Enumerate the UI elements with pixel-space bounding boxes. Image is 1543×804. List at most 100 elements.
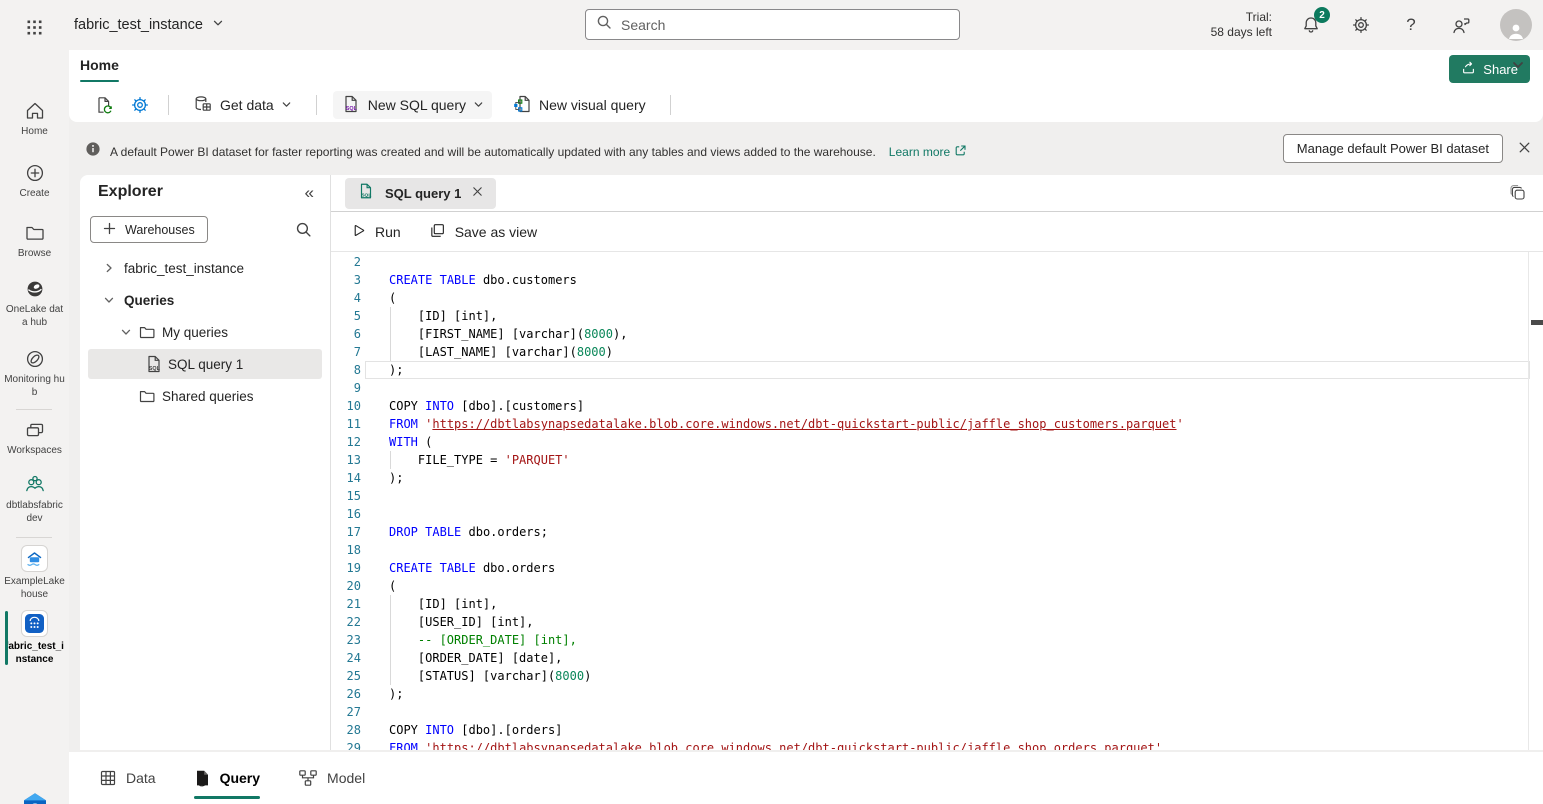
tree-item-sql-query-1[interactable]: SQLSQL query 1	[88, 349, 322, 379]
rail-item-label: Create	[4, 187, 66, 200]
ribbon-collapse-chevron-icon[interactable]	[1511, 58, 1525, 77]
help-icon[interactable]: ?	[1400, 14, 1422, 36]
code-line[interactable]: 19CREATE TABLE dbo.orders	[331, 559, 1543, 577]
code-area[interactable]: 23CREATE TABLE dbo.customers4(5 [ID] [in…	[331, 252, 1543, 750]
code-line[interactable]: 11FROM 'https://dbtlabsynapsedatalake.bl…	[331, 415, 1543, 433]
view-tab-query[interactable]: Query	[194, 752, 260, 804]
notifications-bell-icon[interactable]: 2	[1300, 14, 1322, 36]
collapse-pane-icon[interactable]: «	[305, 183, 314, 203]
rail-item-monitoring-hub[interactable]: Monitoring hub	[0, 348, 69, 399]
line-number: 23	[331, 631, 361, 649]
code-line[interactable]: 21 [ID] [int],	[331, 595, 1543, 613]
rail-item-examplelakehouse[interactable]: ExampleLakehouse	[0, 545, 69, 601]
tree-item-my-queries[interactable]: My queries	[88, 317, 322, 347]
workspace-selector[interactable]: fabric_test_instance	[74, 0, 224, 50]
code-line[interactable]: 18	[331, 541, 1543, 559]
code-line[interactable]: 4(	[331, 289, 1543, 307]
code-line[interactable]: 29FROM 'https://dbtlabsynapsedatalake.bl…	[331, 739, 1543, 750]
tab-home[interactable]: Home	[80, 50, 119, 82]
code-line[interactable]: 23 -- [ORDER_DATE] [int],	[331, 631, 1543, 649]
query-settings-gear-icon[interactable]	[128, 93, 152, 117]
code-line[interactable]: 22 [USER_ID] [int],	[331, 613, 1543, 631]
code-line[interactable]: 8);	[331, 361, 1543, 379]
code-line[interactable]: 14);	[331, 469, 1543, 487]
code-text: FROM 'https://dbtlabsynapsedatalake.blob…	[389, 739, 1162, 750]
explorer-search-icon[interactable]	[295, 221, 312, 243]
rail-item-onelake-data-hub[interactable]: OneLake data hub	[0, 278, 69, 329]
tree-item-label: Shared queries	[162, 389, 254, 404]
chevron-down-icon[interactable]	[120, 326, 132, 338]
rail-item-label: Workspaces	[4, 444, 66, 457]
code-line[interactable]: 16	[331, 505, 1543, 523]
line-number: 16	[331, 505, 361, 523]
account-avatar[interactable]	[1500, 9, 1532, 41]
banner-close-icon[interactable]	[1517, 140, 1532, 160]
indent-guide	[390, 595, 391, 613]
settings-gear-icon[interactable]	[1350, 14, 1372, 36]
fabric-warehouse-app: fabric_test_instance Trial: 58 days left…	[0, 0, 1543, 804]
browse-icon	[24, 222, 46, 244]
tree-item-queries[interactable]: Queries	[88, 285, 322, 315]
code-text: COPY INTO [dbo].[orders]	[389, 721, 562, 739]
scrollbar-thumb[interactable]	[1531, 320, 1543, 325]
code-line[interactable]: 2	[331, 253, 1543, 271]
rail-item-fabric-test-instance[interactable]: fabric_test_instance	[0, 610, 69, 666]
code-line[interactable]: 28COPY INTO [dbo].[orders]	[331, 721, 1543, 739]
code-line[interactable]: 7 [LAST_NAME] [varchar](8000)	[331, 343, 1543, 361]
learn-more-link[interactable]: Learn more	[889, 144, 967, 160]
rail-item-label: dbtlabsfabricdev	[4, 499, 66, 525]
refresh-report-icon[interactable]	[92, 93, 116, 117]
view-tab-model[interactable]: Model	[298, 752, 365, 804]
line-number: 17	[331, 523, 361, 541]
code-line[interactable]: 20 (	[331, 577, 1543, 595]
add-warehouses-button[interactable]: Warehouses	[90, 216, 208, 243]
code-line[interactable]: 24 [ORDER_DATE] [date],	[331, 649, 1543, 667]
code-text: CREATE TABLE dbo.customers	[389, 271, 577, 289]
code-line[interactable]: 17DROP TABLE dbo.orders;	[331, 523, 1543, 541]
code-text: (	[389, 577, 396, 595]
rail-item-label: Monitoring hub	[4, 373, 66, 399]
search-input[interactable]	[621, 17, 949, 33]
copy-tabs-icon[interactable]	[1509, 184, 1527, 207]
code-line[interactable]: 27	[331, 703, 1543, 721]
new-visual-query-button[interactable]: New visual query	[504, 91, 654, 119]
waffle-menu-icon[interactable]	[22, 13, 46, 37]
get-data-button[interactable]: Get data	[185, 91, 300, 119]
code-line[interactable]: 5 [ID] [int],	[331, 307, 1543, 325]
rail-item-home[interactable]: Home	[0, 100, 69, 138]
view-tab-data[interactable]: Data	[99, 752, 156, 804]
code-line[interactable]: 25 [STATUS] [varchar](8000)	[331, 667, 1543, 685]
save-as-view-button[interactable]: Save as view	[429, 222, 537, 242]
line-number: 6	[331, 325, 361, 343]
code-line[interactable]: 3CREATE TABLE dbo.customers	[331, 271, 1543, 289]
save-as-view-icon	[429, 222, 446, 242]
tree-item-fabric-test-instance[interactable]: fabric_test_instance	[88, 253, 322, 283]
code-line[interactable]: 6 [FIRST_NAME] [varchar](8000),	[331, 325, 1543, 343]
line-number: 20	[331, 577, 361, 595]
rail-item-browse[interactable]: Browse	[0, 222, 69, 260]
sql-editor: SQL SQL query 1 Run Save as view	[331, 175, 1543, 750]
chevron-down-icon[interactable]	[103, 294, 115, 306]
code-line[interactable]: 15	[331, 487, 1543, 505]
tree-item-shared-queries[interactable]: Shared queries	[88, 381, 322, 411]
code-line[interactable]: 10COPY INTO [dbo].[customers]	[331, 397, 1543, 415]
rail-item-create[interactable]: Create	[0, 162, 69, 200]
rail-item-data-warehouse[interactable]: Data Warehouse	[0, 791, 69, 804]
code-line[interactable]: 12WITH (	[331, 433, 1543, 451]
new-sql-query-button[interactable]: SQL New SQL query	[333, 91, 492, 119]
indent-guide	[390, 667, 391, 685]
run-button[interactable]: Run	[351, 223, 401, 241]
query-tab[interactable]: SQL SQL query 1	[345, 178, 496, 209]
manage-default-dataset-button[interactable]: Manage default Power BI dataset	[1283, 134, 1503, 163]
close-tab-icon[interactable]	[471, 185, 484, 203]
rail-item-workspaces[interactable]: Workspaces	[0, 419, 69, 457]
sql-file-icon: SQL	[144, 354, 164, 374]
rail-item-dbtlabsfabricdev[interactable]: dbtlabsfabricdev	[0, 474, 69, 525]
code-line[interactable]: 9	[331, 379, 1543, 397]
feedback-icon[interactable]	[1450, 14, 1472, 36]
code-line[interactable]: 26);	[331, 685, 1543, 703]
svg-text:SQL: SQL	[149, 366, 161, 372]
code-line[interactable]: 13 FILE_TYPE = 'PARQUET'	[331, 451, 1543, 469]
database-icon	[193, 94, 213, 117]
chevron-right-icon[interactable]	[103, 262, 115, 274]
